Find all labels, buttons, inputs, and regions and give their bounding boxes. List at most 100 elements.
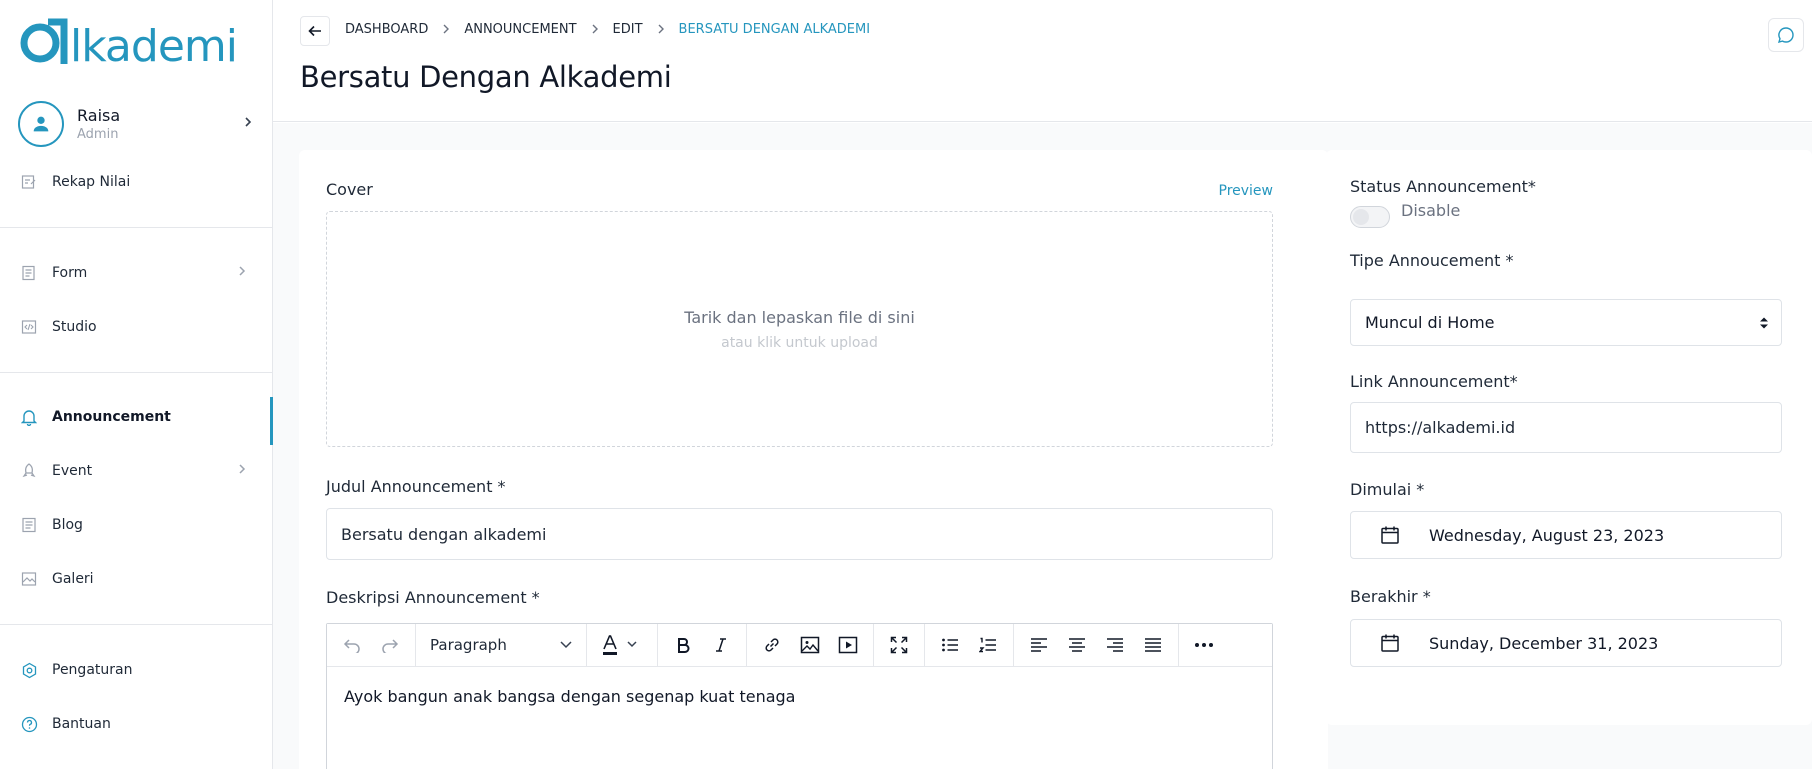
status-label: Status Announcement* (1350, 177, 1536, 196)
page-header: DASHBOARD ANNOUNCEMENT EDIT BERSATU DENG… (273, 0, 1812, 122)
chevron-right-icon (657, 23, 665, 37)
breadcrumb-edit[interactable]: EDIT (613, 22, 643, 37)
chevron-down-icon (560, 641, 572, 649)
cover-dropzone[interactable]: Tarik dan lepaskan file di sini atau kli… (326, 211, 1273, 447)
back-button[interactable] (300, 16, 330, 46)
link-input[interactable]: https://alkademi.id (1350, 402, 1782, 453)
italic-icon (716, 638, 726, 652)
sidebar-item-pengaturan[interactable]: Pengaturan (0, 650, 273, 690)
page-title: Bersatu Dengan Alkademi (300, 60, 672, 94)
deskripsi-label: Deskripsi Announcement * (326, 588, 540, 607)
dropzone-subtitle: atau klik untuk upload (721, 334, 878, 351)
main-content: Cover Preview Tarik dan lepaskan file di… (273, 123, 1812, 769)
align-justify-button[interactable] (1134, 628, 1172, 662)
sidebar-item-label: Blog (52, 517, 83, 533)
fullscreen-icon (890, 636, 908, 654)
align-right-button[interactable] (1096, 628, 1134, 662)
link-icon (765, 638, 779, 652)
sidebar-item-galeri[interactable]: Galeri (0, 559, 273, 599)
align-left-button[interactable] (1020, 628, 1058, 662)
align-center-icon (1069, 638, 1085, 652)
sidebar-item-label: Event (52, 463, 93, 479)
help-icon (20, 715, 38, 733)
italic-button[interactable] (702, 628, 740, 662)
sidebar-item-blog[interactable]: Blog (0, 505, 273, 545)
dimulai-label: Dimulai * (1350, 480, 1425, 499)
user-role: Admin (77, 127, 119, 142)
redo-button[interactable] (371, 628, 409, 662)
bold-button[interactable] (664, 628, 702, 662)
more-horizontal-icon (1195, 643, 1213, 647)
bullet-list-button[interactable] (931, 628, 969, 662)
announcement-settings-card: Status Announcement* Disable Tipe Annouc… (1326, 150, 1812, 725)
code-icon (20, 318, 38, 336)
calendar-icon (1351, 525, 1429, 545)
sidebar-item-rekap-nilai[interactable]: Rekap Nilai (0, 162, 273, 202)
link-label: Link Announcement* (1350, 372, 1518, 391)
sidebar-item-bantuan[interactable]: Bantuan (0, 704, 273, 744)
alkademi-logo[interactable]: lkademi (18, 14, 236, 70)
align-justify-icon (1145, 638, 1161, 652)
breadcrumb-announcement[interactable]: ANNOUNCEMENT (464, 22, 576, 37)
video-icon (838, 636, 858, 654)
block-format-select[interactable]: Paragraph (422, 628, 580, 662)
dimulai-value: Wednesday, August 23, 2023 (1429, 525, 1665, 545)
preview-link[interactable]: Preview (1219, 183, 1274, 199)
fullscreen-button[interactable] (880, 628, 918, 662)
image-button[interactable] (791, 628, 829, 662)
link-button[interactable] (753, 628, 791, 662)
sidebar-item-label: Pengaturan (52, 662, 133, 678)
redo-icon (382, 639, 399, 653)
user-icon (33, 116, 49, 132)
berakhir-date-picker[interactable]: Sunday, December 31, 2023 (1350, 619, 1782, 667)
undo-button[interactable] (333, 628, 371, 662)
sidebar-item-announcement[interactable]: Announcement (0, 397, 273, 445)
user-profile[interactable]: Raisa Admin (18, 100, 253, 148)
cover-label: Cover (326, 180, 373, 199)
status-toggle-row: Disable (1350, 201, 1460, 228)
sidebar-item-form[interactable]: Form (0, 253, 273, 293)
numbered-list-icon (979, 637, 996, 653)
status-toggle[interactable] (1350, 206, 1390, 228)
user-name: Raisa (77, 106, 121, 125)
chat-icon (1777, 27, 1794, 43)
chat-button[interactable] (1768, 18, 1804, 52)
berakhir-value: Sunday, December 31, 2023 (1429, 633, 1659, 653)
align-right-icon (1107, 638, 1123, 652)
judul-input[interactable]: Bersatu dengan alkademi (326, 508, 1273, 560)
alkademi-logo-mark: lkademi (20, 18, 236, 70)
align-center-button[interactable] (1058, 628, 1096, 662)
sidebar-item-studio[interactable]: Studio (0, 307, 273, 347)
tipe-select[interactable]: Muncul di Home (1350, 299, 1782, 346)
announcement-form-card: Cover Preview Tarik dan lepaskan file di… (299, 150, 1328, 769)
sidebar: lkademi Raisa Admin Rekap Nilai Form Stu… (0, 0, 273, 769)
text-color-icon (603, 635, 637, 655)
dropzone-title: Tarik dan lepaskan file di sini (684, 307, 915, 327)
chevron-right-icon (591, 23, 599, 37)
numbered-list-button[interactable] (969, 628, 1007, 662)
sidebar-item-event[interactable]: Event (0, 451, 273, 491)
bold-icon (678, 638, 690, 653)
breadcrumb-dashboard[interactable]: DASHBOARD (345, 22, 428, 37)
status-value: Disable (1401, 200, 1461, 220)
calendar-icon (1351, 633, 1429, 653)
image-icon (800, 636, 820, 654)
media-button[interactable] (829, 628, 867, 662)
rich-text-editor: Paragraph Ayok bangun anak bangsa dengan… (326, 623, 1273, 769)
chevron-right-icon (237, 463, 247, 479)
breadcrumb-current: BERSATU DENGAN ALKADEMI (678, 22, 871, 37)
editor-content[interactable]: Ayok bangun anak bangsa dengan segenap k… (327, 667, 1272, 726)
chevron-right-icon (243, 116, 253, 132)
judul-label: Judul Announcement * (326, 477, 506, 496)
sidebar-item-label: Studio (52, 319, 97, 335)
arrow-left-icon (308, 25, 321, 37)
bell-icon (20, 408, 38, 426)
dimulai-date-picker[interactable]: Wednesday, August 23, 2023 (1350, 511, 1782, 559)
svg-text:lkademi: lkademi (70, 21, 236, 70)
divider (0, 372, 272, 373)
more-button[interactable] (1185, 628, 1223, 662)
text-color-button[interactable] (593, 628, 651, 662)
undo-icon (343, 639, 360, 653)
divider (0, 624, 272, 625)
align-left-icon (1031, 638, 1047, 652)
